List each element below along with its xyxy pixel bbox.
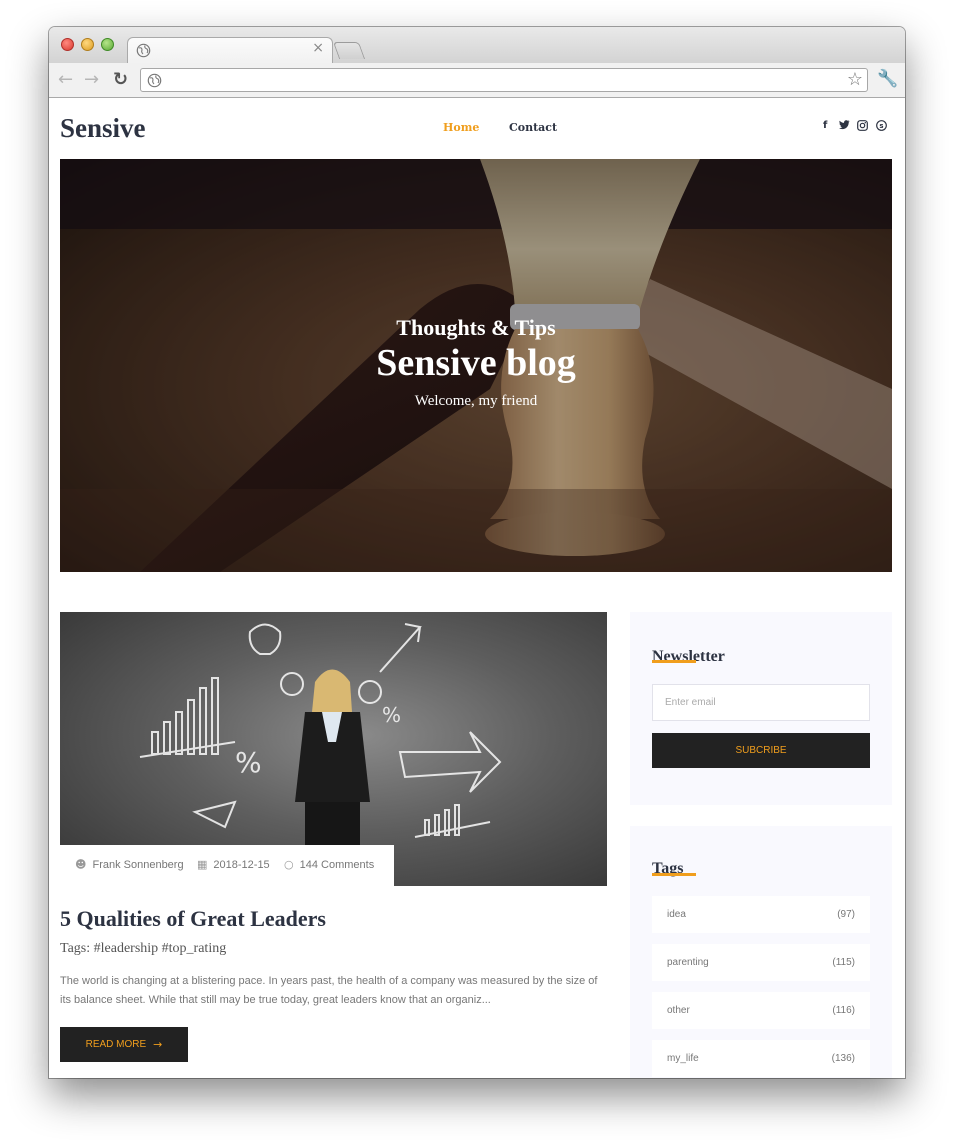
arrow-right-icon: →: [153, 1038, 163, 1051]
back-icon[interactable]: ←: [58, 69, 73, 91]
facebook-icon[interactable]: f: [823, 120, 827, 131]
post-tags: Tags: #leadership #top_rating: [60, 941, 227, 956]
minimize-window-button[interactable]: [81, 38, 94, 51]
tag-name: my_life: [667, 1053, 699, 1064]
close-window-button[interactable]: [61, 38, 74, 51]
newsletter-title: Newsletter: [652, 648, 725, 665]
nav-home[interactable]: Home: [443, 121, 479, 134]
address-bar[interactable]: ☆: [140, 68, 868, 92]
tag-item-idea[interactable]: idea (97): [652, 896, 870, 933]
post-title[interactable]: 5 Qualities of Great Leaders: [60, 906, 326, 932]
globe-icon: [147, 73, 162, 93]
user-icon: ☻: [75, 858, 87, 871]
title-underline: [652, 660, 696, 663]
tag-item-parenting[interactable]: parenting (115): [652, 944, 870, 981]
tag-name: idea: [667, 909, 686, 920]
newsletter-widget: Newsletter SUBCRIBE: [630, 612, 892, 805]
globe-icon: [136, 43, 151, 63]
subscribe-button[interactable]: SUBCRIBE: [652, 733, 870, 768]
meta-comments[interactable]: ○ 144 Comments: [284, 858, 374, 871]
svg-text:%: %: [382, 703, 401, 727]
zoom-window-button[interactable]: [101, 38, 114, 51]
twitter-icon[interactable]: [839, 120, 850, 133]
browser-window: × ← → ↻ ☆ 🔧 Sensive Home Contact f s Tho…: [49, 27, 905, 1078]
hero-subtitle: Thoughts & Tips: [396, 315, 556, 340]
svg-text:s: s: [879, 122, 883, 130]
email-input[interactable]: [652, 684, 870, 721]
nav-contact[interactable]: Contact: [509, 121, 557, 134]
instagram-icon[interactable]: [857, 120, 868, 134]
tab-close-icon[interactable]: ×: [312, 40, 324, 56]
calendar-icon: ▦: [197, 858, 208, 871]
reload-icon[interactable]: ↻: [113, 69, 128, 91]
web-page: Sensive Home Contact f s Thoughts & Tips…: [49, 98, 905, 1078]
site-logo[interactable]: Sensive: [60, 113, 146, 144]
skype-icon[interactable]: s: [876, 120, 887, 134]
tag-item-my-life[interactable]: my_life (136): [652, 1040, 870, 1077]
tag-count: (115): [832, 957, 855, 968]
wrench-icon[interactable]: 🔧: [877, 69, 898, 89]
meta-date[interactable]: ▦ 2018-12-15: [197, 858, 270, 871]
title-bar: ×: [49, 27, 905, 64]
star-icon[interactable]: ☆: [847, 69, 863, 90]
tag-count: (136): [831, 1053, 855, 1064]
comment-icon: ○: [284, 858, 294, 871]
tag-item-other[interactable]: other (116): [652, 992, 870, 1029]
tag-name: parenting: [667, 957, 709, 968]
meta-author[interactable]: ☻ Frank Sonnenberg: [75, 858, 184, 871]
svg-text:%: %: [235, 746, 262, 779]
post-date: 2018-12-15: [213, 858, 270, 871]
comments-count: 144 Comments: [299, 858, 375, 871]
post-meta-bar: ☻ Frank Sonnenberg ▦ 2018-12-15 ○ 144 Co…: [60, 845, 394, 886]
read-more-label: READ MORE: [85, 1039, 147, 1050]
browser-tab[interactable]: ×: [127, 37, 333, 64]
tag-name: other: [667, 1005, 690, 1016]
tag-count: (97): [837, 909, 855, 920]
title-underline: [652, 873, 696, 876]
browser-toolbar: ← → ↻ ☆ 🔧: [49, 63, 905, 98]
forward-icon[interactable]: →: [84, 69, 99, 91]
read-more-button[interactable]: READ MORE →: [60, 1027, 188, 1062]
author-name: Frank Sonnenberg: [92, 858, 184, 871]
tags-widget: Tags idea (97) parenting (115) other (11…: [630, 826, 892, 1078]
tag-count: (116): [832, 1005, 855, 1016]
post-excerpt: The world is changing at a blistering pa…: [60, 975, 598, 1006]
new-tab-button[interactable]: [332, 42, 366, 59]
hero-title: Sensive blog: [376, 342, 576, 384]
hero-tagline: Welcome, my friend: [414, 393, 538, 409]
hero-banner: Thoughts & Tips Sensive blog Welcome, my…: [60, 159, 892, 572]
